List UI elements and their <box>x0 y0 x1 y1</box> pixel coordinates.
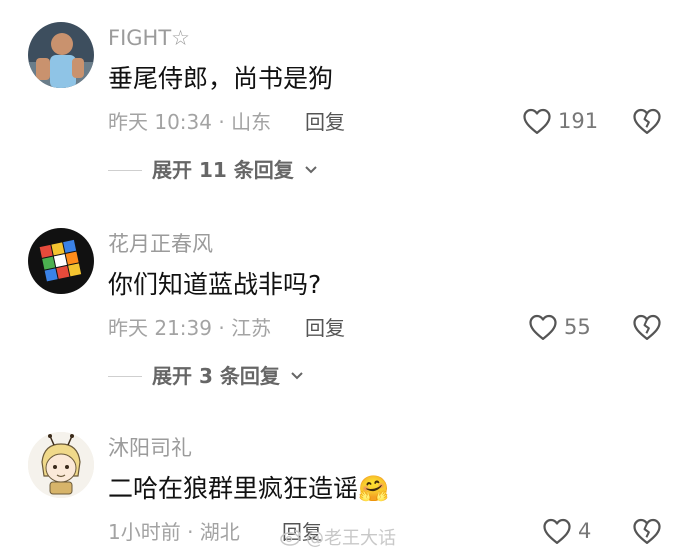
username[interactable]: FIGHT☆ <box>108 28 190 49</box>
comment-meta: 昨天 21:39 · 江苏 <box>108 316 272 340</box>
divider <box>108 375 142 377</box>
comment-text: 二哈在狼群里疯狂造谣🤗 <box>108 476 389 501</box>
broken-heart-icon <box>633 314 661 340</box>
username[interactable]: 花月正春风 <box>108 234 213 255</box>
comment-text-body: 二哈在狼群里疯狂造谣 <box>108 474 359 503</box>
heart-outline-icon <box>529 314 557 340</box>
hugging-emoji: 🤗 <box>358 474 390 503</box>
expand-replies-label: 展开 3 条回复 <box>152 364 280 388</box>
heart-outline-icon <box>543 518 571 544</box>
dislike-button[interactable] <box>632 517 662 549</box>
username[interactable]: 沐阳司礼 <box>108 438 192 459</box>
dislike-button[interactable] <box>632 313 662 345</box>
comment-meta: 昨天 10:34 · 山东 <box>108 110 272 134</box>
like-count: 191 <box>558 108 599 133</box>
expand-replies-label: 展开 11 条回复 <box>152 158 294 182</box>
watermark: @老王大话 <box>280 524 396 550</box>
divider <box>108 169 142 171</box>
broken-heart-icon <box>633 518 661 544</box>
reply-button[interactable]: 回复 <box>305 112 345 132</box>
like-button[interactable]: 191 <box>522 107 598 135</box>
expand-replies-button[interactable]: 展开 11 条回复 <box>108 160 318 180</box>
comment-meta: 1小时前 · 湖北 <box>108 520 240 544</box>
dislike-button[interactable] <box>632 107 662 139</box>
avatar[interactable] <box>28 228 94 294</box>
like-button[interactable]: 55 <box>528 313 591 341</box>
avatar[interactable] <box>28 22 94 88</box>
heart-outline-icon <box>523 108 551 134</box>
avatar[interactable] <box>28 432 94 498</box>
like-count: 55 <box>564 314 591 339</box>
comment-text: 你们知道蓝战非吗? <box>108 270 322 299</box>
chevron-down-icon <box>291 372 303 380</box>
chevron-down-icon <box>305 166 317 174</box>
reply-button[interactable]: 回复 <box>305 318 345 338</box>
watermark-text: @老王大话 <box>306 528 396 549</box>
like-button[interactable]: 4 <box>542 517 591 545</box>
expand-replies-button[interactable]: 展开 3 条回复 <box>108 366 304 386</box>
weibo-logo-icon <box>280 530 301 546</box>
comment-text: 垂尾侍郎，尚书是狗 <box>108 64 334 93</box>
like-count: 4 <box>578 518 592 543</box>
broken-heart-icon <box>633 108 661 134</box>
